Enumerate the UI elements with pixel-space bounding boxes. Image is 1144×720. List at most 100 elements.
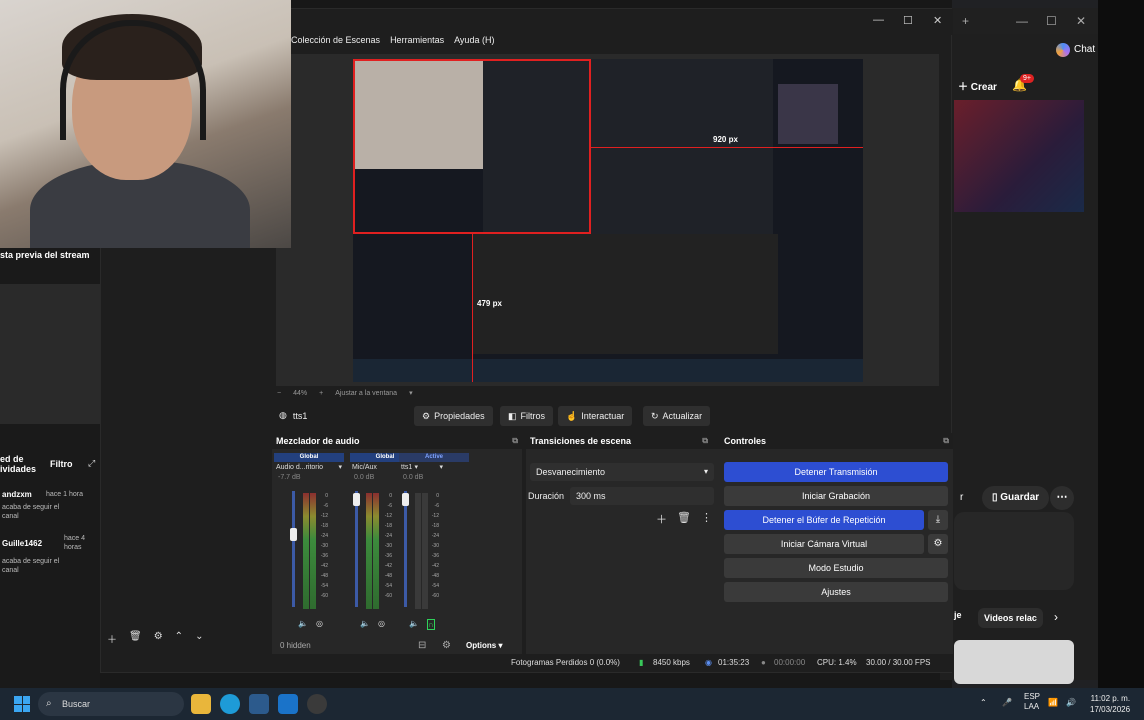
video-thumbnail[interactable] — [954, 100, 1084, 212]
file-explorer-icon[interactable] — [191, 694, 211, 714]
language-bottom: LAA — [1024, 702, 1040, 711]
wifi-icon[interactable]: 📶 — [1048, 698, 1058, 707]
edge-icon[interactable] — [220, 694, 240, 714]
volume-fader[interactable] — [404, 491, 407, 607]
gear-icon[interactable]: ⚙ — [154, 631, 163, 646]
stop-replay-buffer-button[interactable]: Detener el Búfer de Repetición — [724, 510, 924, 530]
undock-icon[interactable]: ⧉ — [512, 433, 518, 449]
save-replay-icon[interactable]: ⤓ — [928, 510, 948, 530]
more-options-button[interactable]: ⋯ — [1050, 486, 1074, 510]
close-icon[interactable]: ✕ — [933, 14, 942, 27]
volume-icon[interactable]: 🔊 — [1066, 698, 1076, 707]
fader-handle[interactable] — [402, 493, 409, 506]
menu-tools[interactable]: Herramientas — [390, 35, 444, 53]
interact-button[interactable]: ☝ Interactuar — [558, 406, 633, 426]
zoom-mode-select[interactable]: Ajustar a la ventana — [335, 390, 397, 397]
studio-mode-button[interactable]: Modo Estudio — [724, 558, 948, 578]
transition-select[interactable]: Desvanecimiento ▾ — [530, 463, 714, 481]
chevron-down-icon[interactable]: ▾ — [409, 389, 413, 397]
close-icon[interactable]: ✕ — [1076, 14, 1086, 28]
program-preview[interactable]: 920 px 479 px — [276, 54, 939, 386]
channel-name[interactable]: Audio d...ritorio ▾ — [274, 462, 344, 473]
chevron-down-icon[interactable]: ▾ — [338, 462, 342, 473]
save-button[interactable]: ▯ Guardar — [982, 486, 1050, 510]
muted-speaker-icon[interactable]: 🔈 — [409, 619, 419, 630]
chat-button[interactable]: Chat — [1048, 39, 1103, 61]
description-card — [954, 512, 1074, 590]
scale-tick: -24 — [431, 533, 439, 539]
layout-icon[interactable]: ⊟ — [418, 640, 426, 651]
zoom-out-icon[interactable]: − — [277, 390, 281, 397]
obs-icon[interactable] — [307, 694, 327, 714]
refresh-button[interactable]: ↻ Actualizar — [643, 406, 711, 426]
chevron-up-icon[interactable]: ⌃ — [980, 698, 987, 707]
move-down-icon[interactable]: ⌄ — [195, 631, 203, 646]
speaker-icon[interactable]: 🔈 — [360, 619, 370, 628]
add-icon[interactable]: ＋ — [107, 631, 117, 646]
filters-button[interactable]: ◧ Filtros — [500, 406, 554, 426]
notifications-button[interactable]: 🔔 9+ — [1012, 74, 1034, 92]
scale-tick: -36 — [431, 553, 439, 559]
duration-input[interactable]: 300 ms — [570, 487, 714, 505]
menu-scene-collection[interactable]: Colección de Escenas — [291, 35, 380, 53]
stop-streaming-button[interactable]: Detener Transmisión — [724, 462, 948, 482]
more-vertical-icon[interactable]: ⋮ — [701, 511, 712, 527]
trash-icon[interactable]: 🗑 — [129, 631, 142, 646]
browser-titlebar: + — ☐ ✕ — [940, 8, 1098, 34]
store-icon[interactable] — [249, 694, 269, 714]
headphone-monitor-icon[interactable]: ∩ — [426, 619, 435, 630]
volume-fader[interactable] — [292, 491, 295, 607]
scale-tick: -36 — [384, 553, 392, 559]
new-tab-icon[interactable]: + — [962, 14, 969, 28]
settings-button[interactable]: Ajustes — [724, 582, 948, 602]
preview-canvas[interactable]: 920 px 479 px — [353, 59, 863, 382]
maximize-icon[interactable]: ☐ — [903, 14, 913, 27]
clock[interactable]: 11:02 p. m. 17/03/2026 — [1090, 693, 1130, 715]
start-virtual-camera-button[interactable]: Iniciar Cámara Virtual — [724, 534, 924, 554]
chevron-down-icon[interactable]: ▾ — [439, 462, 443, 473]
stream-preview-thumbnail[interactable] — [0, 284, 100, 424]
start-icon[interactable] — [14, 696, 30, 712]
chevron-right-icon[interactable]: › — [1054, 610, 1058, 624]
properties-button[interactable]: ⚙ Propiedades — [414, 406, 493, 426]
expand-icon[interactable]: ⤢ — [88, 458, 95, 469]
minimize-icon[interactable]: — — [873, 14, 884, 26]
move-up-icon[interactable]: ⌃ — [175, 631, 183, 646]
options-button[interactable]: Options ▾ — [466, 641, 502, 650]
maximize-icon[interactable]: ☐ — [1046, 14, 1057, 28]
menu-help[interactable]: Ayuda (H) — [454, 35, 494, 53]
related-videos-chip[interactable]: Videos relac — [978, 608, 1043, 628]
minimize-icon[interactable]: — — [1016, 14, 1028, 28]
channel-name[interactable]: tts1 ▾ — [399, 462, 445, 473]
add-icon[interactable]: ＋ — [656, 511, 667, 527]
undock-icon[interactable]: ⧉ — [943, 433, 949, 449]
selection-box[interactable] — [353, 59, 591, 234]
activity-user[interactable]: Guille1462 — [2, 539, 42, 548]
start-recording-button[interactable]: Iniciar Grabación — [724, 486, 948, 506]
activity-time: hace 1 hora — [46, 491, 83, 498]
trash-icon[interactable]: 🗑 — [677, 511, 691, 527]
refresh-icon: ↻ — [651, 410, 659, 421]
taskbar-search[interactable]: ⌕ Buscar — [38, 692, 184, 716]
language-top: ESP — [1024, 692, 1041, 701]
zoom-in-icon[interactable]: + — [319, 390, 323, 397]
fader-handle[interactable] — [290, 528, 297, 541]
advanced-audio-icon[interactable]: ⚙ — [442, 640, 451, 651]
related-video-thumbnail[interactable] — [954, 640, 1074, 684]
create-button[interactable]: ＋ Crear — [958, 78, 997, 98]
outlook-icon[interactable] — [278, 694, 298, 714]
undock-icon[interactable]: ⧉ — [702, 433, 708, 449]
desktop-backdrop-edge — [1098, 0, 1144, 688]
activity-user[interactable]: andzxm — [2, 490, 32, 499]
activity-time: hace 4 horas — [64, 535, 86, 551]
gear-icon[interactable]: ⚙ — [928, 534, 948, 554]
volume-fader[interactable] — [355, 491, 358, 607]
filter-button[interactable]: Filtro — [50, 459, 73, 469]
monitor-icon[interactable]: ◎ — [316, 619, 323, 628]
fader-handle[interactable] — [353, 493, 360, 506]
monitor-icon[interactable]: ◎ — [378, 619, 385, 628]
microphone-icon[interactable]: 🎤 — [1002, 698, 1012, 707]
activity-message: acaba de seguir el canal — [2, 504, 60, 520]
language-indicator[interactable]: ESP LAA — [1024, 692, 1040, 712]
speaker-icon[interactable]: 🔈 — [298, 619, 308, 628]
